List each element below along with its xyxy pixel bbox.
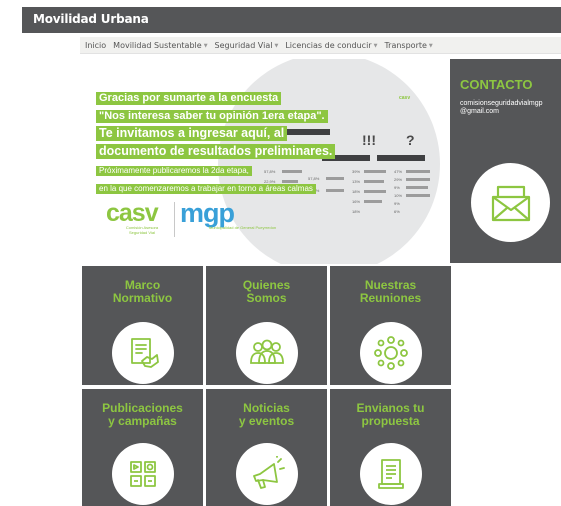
headline-line: "Nos interesa saber tu opinión 1era etap… bbox=[96, 110, 328, 123]
tile-title: Publicaciones y campañas bbox=[82, 402, 203, 428]
tile-title: Quienes Somos bbox=[206, 279, 327, 305]
subtext-line: Próximamente publicaremos la 2da etapa, bbox=[96, 166, 252, 176]
stat-value: 9% bbox=[394, 185, 400, 190]
media-publications-icon bbox=[112, 443, 174, 505]
stat-value: 16% bbox=[352, 199, 361, 204]
main-nav: Inicio Movilidad Sustentable ▼ Seguridad … bbox=[80, 37, 561, 54]
tile-title-line: Noticias bbox=[243, 401, 290, 415]
tile-title-line: Quienes bbox=[242, 278, 291, 292]
tile-title-line: Envianos tu bbox=[356, 401, 425, 415]
nav-item-label: Inicio bbox=[85, 41, 107, 50]
tile-title-line: Publicaciones bbox=[102, 401, 183, 415]
tile-marco-normativo[interactable]: Marco Normativo bbox=[82, 266, 203, 385]
contact-email[interactable]: comisionseguridadvialmgp @gmail.com bbox=[460, 100, 561, 116]
stat-bar bbox=[406, 186, 428, 189]
megaphone-icon bbox=[236, 443, 298, 505]
proposal-document-icon bbox=[360, 443, 422, 505]
infographic-tag bbox=[377, 155, 425, 161]
stat-bar bbox=[364, 180, 384, 183]
stat-value: 47% bbox=[394, 169, 403, 174]
casv-logo: casv bbox=[106, 199, 159, 227]
logo-divider bbox=[174, 202, 175, 237]
tile-title-line: Somos bbox=[246, 291, 287, 305]
stat-value: 10% bbox=[394, 193, 403, 198]
headline-line: Gracias por sumarte a la encuesta bbox=[96, 92, 282, 105]
question-mark: ? bbox=[406, 132, 415, 148]
stat-bar bbox=[406, 170, 430, 173]
nav-item-label: Licencias de conducir bbox=[285, 41, 372, 50]
stat-value: 9% bbox=[394, 201, 400, 206]
tile-title-line: Normativo bbox=[112, 291, 173, 305]
stat-value: 29% bbox=[394, 177, 403, 182]
stat-bar bbox=[364, 190, 386, 193]
nav-item-inicio[interactable]: Inicio bbox=[85, 41, 106, 50]
tile-noticias[interactable]: Noticias y eventos bbox=[206, 389, 327, 506]
contact-email-line: @gmail.com bbox=[460, 108, 500, 115]
stat-bar bbox=[364, 200, 382, 203]
mgp-logo-caption: Municipalidad de General Pueyrredon bbox=[209, 225, 277, 230]
tile-publicaciones[interactable]: Publicaciones y campañas bbox=[82, 389, 203, 506]
headline-line: Te invitamos a ingresar aquí, al bbox=[96, 126, 288, 141]
stat-bar bbox=[406, 194, 430, 197]
tile-quienes-somos[interactable]: Quienes Somos bbox=[206, 266, 327, 385]
chevron-down-icon: ▼ bbox=[274, 42, 279, 49]
tile-title: Envianos tu propuesta bbox=[330, 402, 451, 428]
casv-logo-caption: Comisión Asesora Seguridad Vial bbox=[125, 225, 159, 235]
nav-item-movilidad-sustentable[interactable]: Movilidad Sustentable ▼ bbox=[113, 41, 207, 50]
tile-title-line: Nuestras bbox=[364, 278, 417, 292]
contact-title: CONTACTO bbox=[460, 77, 533, 92]
meeting-circle-icon bbox=[360, 322, 422, 384]
nav-item-label: Transporte bbox=[384, 41, 427, 50]
envelope-icon[interactable] bbox=[471, 163, 550, 242]
banner-headline: Gracias por sumarte a la encuesta "Nos i… bbox=[96, 88, 354, 196]
document-handshake-icon bbox=[112, 322, 174, 384]
tile-title-line: propuesta bbox=[361, 414, 420, 428]
tile-title: Nuestras Reuniones bbox=[330, 279, 451, 305]
contact-panel[interactable]: CONTACTO comisionseguridadvialmgp @gmail… bbox=[450, 59, 561, 263]
nav-item-licencias[interactable]: Licencias de conducir ▼ bbox=[285, 41, 377, 50]
stat-value: 18% bbox=[352, 209, 361, 214]
tile-envianos-propuesta[interactable]: Envianos tu propuesta bbox=[330, 389, 451, 506]
chevron-down-icon: ▼ bbox=[428, 42, 433, 49]
nav-item-seguridad-vial[interactable]: Seguridad Vial ▼ bbox=[215, 41, 279, 50]
survey-banner[interactable]: !!! ? casv 57,8% 22,9% 9,5% 57,8% 73,0% … bbox=[86, 59, 450, 264]
stat-bar bbox=[364, 170, 386, 173]
nav-item-label: Seguridad Vial bbox=[214, 41, 273, 50]
site-brand[interactable]: Movilidad Urbana bbox=[33, 12, 149, 26]
site-header: Movilidad Urbana bbox=[22, 7, 561, 33]
tile-title-line: y campañas bbox=[108, 414, 177, 428]
subtext-line: en la que comenzaremos a trabajar en tor… bbox=[96, 184, 316, 194]
chevron-down-icon: ▼ bbox=[373, 42, 378, 49]
stat-bar bbox=[406, 178, 430, 181]
tile-title-line: Reuniones bbox=[359, 291, 422, 305]
infographic-mini-logo: casv bbox=[399, 95, 411, 101]
results-link[interactable]: documento de resultados preliminares. bbox=[96, 144, 336, 159]
alert-marks: !!! bbox=[362, 132, 376, 148]
tile-title: Marco Normativo bbox=[82, 279, 203, 305]
contact-email-line: comisionseguridadvialmgp bbox=[460, 100, 543, 107]
stat-value: 6% bbox=[394, 209, 400, 214]
tile-nuestras-reuniones[interactable]: Nuestras Reuniones bbox=[330, 266, 451, 385]
nav-item-transporte[interactable]: Transporte ▼ bbox=[384, 41, 432, 50]
tile-title-line: y eventos bbox=[238, 414, 295, 428]
people-group-icon bbox=[236, 322, 298, 384]
chevron-down-icon: ▼ bbox=[203, 42, 208, 49]
tile-title: Noticias y eventos bbox=[206, 402, 327, 428]
tile-title-line: Marco bbox=[124, 278, 161, 292]
nav-item-label: Movilidad Sustentable bbox=[113, 41, 202, 50]
